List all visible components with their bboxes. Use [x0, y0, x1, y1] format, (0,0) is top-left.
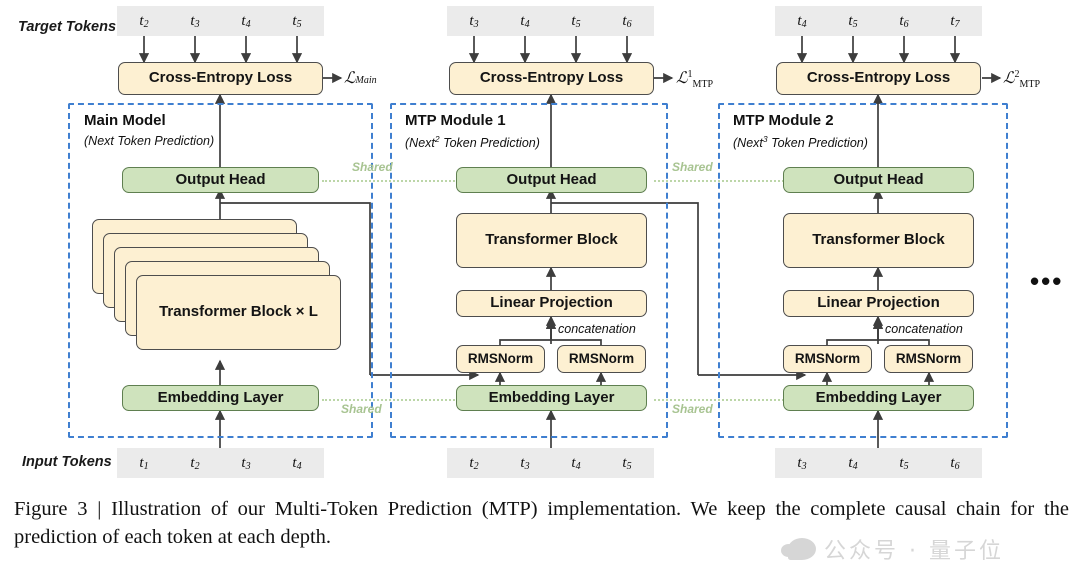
target-token: t5	[549, 6, 603, 36]
token-text: t2	[190, 454, 200, 472]
figure-canvas: Shared Shared Shared Shared Target Token…	[0, 0, 1080, 581]
target-token: t4	[498, 6, 552, 36]
watermark-text: 公众号 · 量子位	[824, 539, 1004, 564]
token-text: t4	[797, 12, 807, 30]
token-text: t6	[622, 12, 632, 30]
token-text: t6	[950, 454, 960, 472]
token-text: t5	[571, 12, 581, 30]
shared-label-embedding-1: Shared	[341, 402, 382, 416]
rmsnorm-right-mtp2[interactable]: RMSNorm	[884, 345, 973, 373]
target-token: t2	[117, 6, 171, 36]
rmsnorm-right-mtp1[interactable]: RMSNorm	[557, 345, 646, 373]
token-text: t2	[469, 454, 479, 472]
subtitle-post: Token Prediction)	[439, 136, 540, 150]
shared-link-output-head-1	[322, 180, 462, 182]
linear-projection-mtp2[interactable]: Linear Projection	[783, 290, 974, 317]
chat-bubble-icon	[781, 538, 816, 560]
token-text: t6	[899, 12, 909, 30]
transformer-stack-main[interactable]: Transformer Block × L	[92, 219, 342, 364]
shared-label-embedding-2: Shared	[672, 402, 713, 416]
token-text: t4	[241, 12, 251, 30]
shared-link-output-head-2	[654, 180, 788, 182]
token-text: t3	[241, 454, 251, 472]
token-text: t5	[899, 454, 909, 472]
input-token: t5	[600, 448, 654, 478]
output-head-mtp1[interactable]: Output Head	[456, 167, 647, 193]
input-token: t3	[498, 448, 552, 478]
input-token: t3	[775, 448, 829, 478]
target-tokens-label: Target Tokens	[18, 19, 117, 35]
embedding-layer-mtp2[interactable]: Embedding Layer	[783, 385, 974, 411]
rmsnorm-left-mtp1[interactable]: RMSNorm	[456, 345, 545, 373]
title-main-model: Main Model	[84, 112, 166, 129]
token-text: t4	[292, 454, 302, 472]
cross-entropy-loss-mtp2[interactable]: Cross-Entropy Loss	[776, 62, 981, 95]
token-text: t5	[292, 12, 302, 30]
subtitle-pre: (Next	[405, 136, 435, 150]
token-text: t2	[139, 12, 149, 30]
token-text: t3	[469, 12, 479, 30]
transformer-block-main[interactable]: Transformer Block × L	[136, 275, 341, 350]
cross-entropy-loss-main[interactable]: Cross-Entropy Loss	[118, 62, 323, 95]
embedding-layer-mtp1[interactable]: Embedding Layer	[456, 385, 647, 411]
input-token: t1	[117, 448, 171, 478]
token-text: t5	[848, 12, 858, 30]
loss-symbol-mtp2: ℒ2MTP	[1003, 69, 1041, 91]
shared-link-embedding-2	[654, 399, 788, 401]
loss-symbol-mtp1: ℒ1MTP	[676, 69, 714, 91]
subtitle-post: Token Prediction)	[767, 136, 868, 150]
token-text: t4	[520, 12, 530, 30]
token-text: t5	[622, 454, 632, 472]
input-token: t2	[447, 448, 501, 478]
token-text: t3	[520, 454, 530, 472]
target-token: t7	[928, 6, 982, 36]
target-token: t3	[168, 6, 222, 36]
rmsnorm-left-mtp2[interactable]: RMSNorm	[783, 345, 872, 373]
token-text: t4	[848, 454, 858, 472]
embedding-layer-main[interactable]: Embedding Layer	[122, 385, 319, 411]
token-text: t3	[190, 12, 200, 30]
transformer-block-mtp1[interactable]: Transformer Block	[456, 213, 647, 268]
input-tokens-label: Input Tokens	[22, 454, 112, 470]
target-token: t4	[775, 6, 829, 36]
subtitle-mtp-module-2: (Next3 Token Prediction)	[733, 134, 868, 150]
title-mtp-module-2: MTP Module 2	[733, 112, 834, 129]
transformer-block-mtp2[interactable]: Transformer Block	[783, 213, 974, 268]
output-head-main[interactable]: Output Head	[122, 167, 319, 193]
target-token: t6	[877, 6, 931, 36]
target-token: t6	[600, 6, 654, 36]
subtitle-mtp-module-1: (Next2 Token Prediction)	[405, 134, 540, 150]
input-token: t4	[549, 448, 603, 478]
target-token: t5	[826, 6, 880, 36]
shared-link-embedding-1	[322, 399, 462, 401]
token-text: t3	[797, 454, 807, 472]
target-token: t3	[447, 6, 501, 36]
shared-label-head-1: Shared	[352, 160, 393, 174]
target-token: t5	[270, 6, 324, 36]
loss-symbol-main: ℒMain	[344, 70, 377, 87]
output-head-mtp2[interactable]: Output Head	[783, 167, 974, 193]
title-mtp-module-1: MTP Module 1	[405, 112, 506, 129]
shared-label-head-2: Shared	[672, 160, 713, 174]
input-token: t2	[168, 448, 222, 478]
token-text: t1	[139, 454, 149, 472]
token-text: t4	[571, 454, 581, 472]
subtitle-pre: (Next	[733, 136, 763, 150]
input-token: t4	[270, 448, 324, 478]
subtitle-main-model: (Next Token Prediction)	[84, 134, 215, 148]
token-text: t7	[950, 12, 960, 30]
linear-projection-mtp1[interactable]: Linear Projection	[456, 290, 647, 317]
ellipsis-more-modules: •••	[1030, 266, 1064, 296]
cross-entropy-loss-mtp1[interactable]: Cross-Entropy Loss	[449, 62, 654, 95]
target-token: t4	[219, 6, 273, 36]
concatenation-label-mtp2: concatenation	[885, 322, 963, 336]
watermark: 公众号 · 量子位	[781, 533, 1004, 565]
input-token: t3	[219, 448, 273, 478]
input-token: t4	[826, 448, 880, 478]
input-token: t6	[928, 448, 982, 478]
input-token: t5	[877, 448, 931, 478]
concatenation-label-mtp1: concatenation	[558, 322, 636, 336]
